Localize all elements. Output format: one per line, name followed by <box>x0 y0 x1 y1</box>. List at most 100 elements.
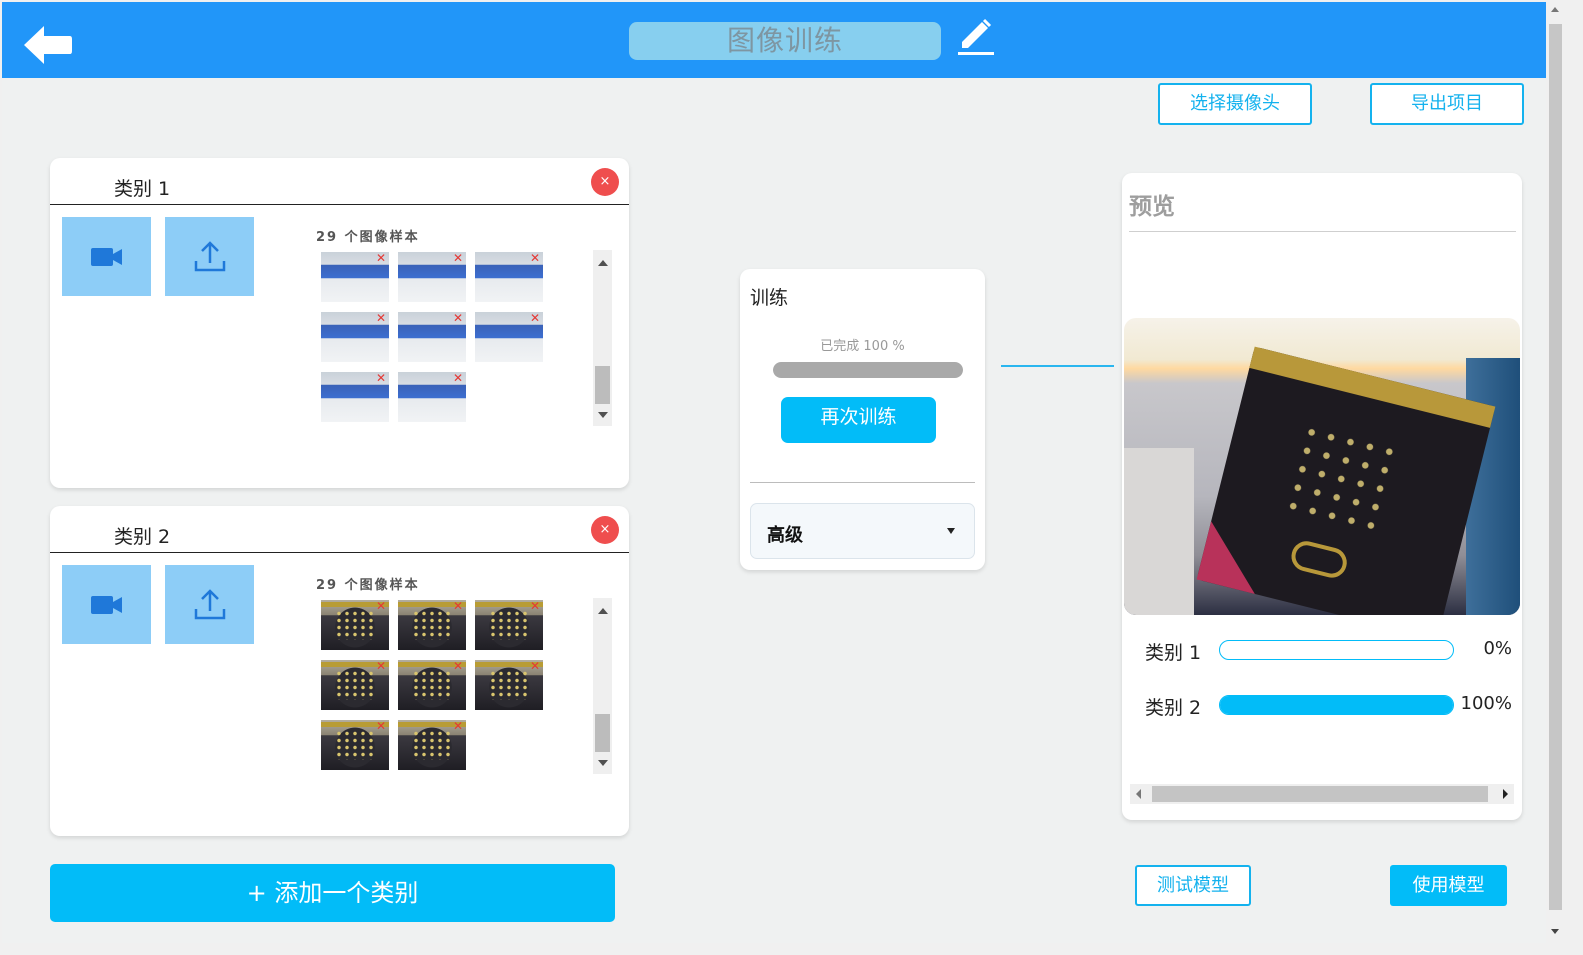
retrain-button[interactable]: 再次训练 <box>781 397 936 443</box>
scroll-right-icon[interactable] <box>1503 789 1508 799</box>
sample-thumbnail[interactable]: ✕ <box>475 660 543 710</box>
export-project-button[interactable]: 导出项目 <box>1370 83 1524 125</box>
scroll-down-icon[interactable] <box>598 412 608 418</box>
divider <box>50 552 629 553</box>
training-progress-bar <box>773 362 963 378</box>
sample-thumbnail[interactable]: ✕ <box>321 720 389 770</box>
samples-scrollbar[interactable] <box>593 250 612 426</box>
sample-thumbnail[interactable]: ✕ <box>398 660 466 710</box>
sample-thumbnail[interactable]: ✕ <box>475 600 543 650</box>
divider <box>1129 231 1516 232</box>
delete-sample-icon[interactable]: ✕ <box>376 720 386 732</box>
sample-thumbnail[interactable]: ✕ <box>398 372 466 422</box>
delete-sample-icon[interactable]: ✕ <box>376 252 386 264</box>
confidence-percent: 100% <box>1460 693 1512 714</box>
select-camera-button[interactable]: 选择摄像头 <box>1158 83 1312 125</box>
edit-title-button[interactable] <box>956 18 996 58</box>
scroll-up-icon[interactable] <box>598 608 608 614</box>
class-name[interactable]: 类别 2 <box>114 522 170 549</box>
delete-sample-icon[interactable]: ✕ <box>453 660 463 672</box>
preview-card: 预览 类别 1 0% 类别 2 100% <box>1122 173 1522 820</box>
confidence-bar <box>1219 695 1454 715</box>
delete-sample-icon[interactable]: ✕ <box>376 372 386 384</box>
scroll-down-icon[interactable] <box>598 760 608 766</box>
confidence-fill <box>1220 696 1453 714</box>
sample-thumbnail[interactable]: ✕ <box>321 372 389 422</box>
delete-sample-icon[interactable]: ✕ <box>376 312 386 324</box>
sample-thumbnail[interactable]: ✕ <box>475 312 543 362</box>
caret-down-icon <box>947 528 955 534</box>
sample-count: 29 个图像样本 <box>316 230 420 245</box>
advanced-dropdown[interactable]: 高级 <box>750 503 975 559</box>
video-camera-icon <box>91 248 122 266</box>
sample-thumbnail[interactable]: ✕ <box>321 660 389 710</box>
sample-thumbnail[interactable]: ✕ <box>321 600 389 650</box>
webcam-preview <box>1124 318 1520 615</box>
scroll-down-icon[interactable] <box>1551 929 1559 934</box>
sample-count: 29 个图像样本 <box>316 578 420 593</box>
close-icon: × <box>599 522 611 537</box>
sample-thumbnail[interactable]: ✕ <box>398 252 466 302</box>
upload-images-button[interactable] <box>165 565 254 644</box>
preview-title: 预览 <box>1129 194 1175 220</box>
back-arrow-icon <box>24 26 72 64</box>
delete-sample-icon[interactable]: ✕ <box>453 720 463 732</box>
preview-horizontal-scrollbar[interactable] <box>1130 784 1514 804</box>
confidence-percent: 0% <box>1483 638 1512 659</box>
scrollbar-thumb[interactable] <box>1152 786 1488 802</box>
class-card-1: 类别 1 × 29 个图像样本 ✕ ✕ ✕ ✕ ✕ ✕ ✕ ✕ <box>50 158 629 488</box>
result-label: 类别 2 <box>1145 697 1202 719</box>
video-camera-icon <box>91 596 122 614</box>
add-class-button[interactable]: + 添加一个类别 <box>50 864 615 922</box>
sample-thumbnail[interactable]: ✕ <box>321 312 389 362</box>
use-model-button[interactable]: 使用模型 <box>1390 865 1507 906</box>
samples-scrollbar[interactable] <box>593 598 612 774</box>
test-model-button[interactable]: 测试模型 <box>1135 865 1251 906</box>
training-card: 训练 已完成 100 % 再次训练 高级 <box>740 269 985 570</box>
sample-thumbnail[interactable]: ✕ <box>398 720 466 770</box>
delete-sample-icon[interactable]: ✕ <box>453 312 463 324</box>
page-scrollbar[interactable] <box>1546 0 1565 944</box>
class-name[interactable]: 类别 1 <box>114 174 170 201</box>
scrollbar-thumb[interactable] <box>595 714 610 752</box>
upload-images-button[interactable] <box>165 217 254 296</box>
pencil-icon <box>958 18 994 55</box>
training-status: 已完成 100 % <box>820 339 905 354</box>
remove-class-button[interactable]: × <box>591 516 619 544</box>
back-button[interactable] <box>22 22 74 68</box>
delete-sample-icon[interactable]: ✕ <box>453 600 463 612</box>
divider <box>50 204 629 205</box>
delete-sample-icon[interactable]: ✕ <box>530 312 540 324</box>
divider <box>750 482 975 483</box>
upload-icon <box>194 241 226 272</box>
result-row-class-2: 类别 2 100% <box>1145 693 1520 719</box>
training-title: 训练 <box>750 287 789 309</box>
delete-sample-icon[interactable]: ✕ <box>453 252 463 264</box>
class-card-2: 类别 2 × 29 个图像样本 ✕ ✕ ✕ ✕ ✕ ✕ ✕ ✕ <box>50 506 629 836</box>
sample-thumbnail[interactable]: ✕ <box>398 312 466 362</box>
scrollbar-thumb[interactable] <box>595 366 610 404</box>
scroll-up-icon[interactable] <box>598 260 608 266</box>
scrollbar-thumb[interactable] <box>1549 24 1562 910</box>
delete-sample-icon[interactable]: ✕ <box>530 660 540 672</box>
delete-sample-icon[interactable]: ✕ <box>376 660 386 672</box>
result-label: 类别 1 <box>1145 642 1202 664</box>
delete-sample-icon[interactable]: ✕ <box>376 600 386 612</box>
scroll-left-icon[interactable] <box>1136 789 1141 799</box>
delete-sample-icon[interactable]: ✕ <box>453 372 463 384</box>
pipeline-connector <box>1001 365 1114 367</box>
project-title[interactable]: 图像训练 <box>629 22 941 60</box>
training-progress-fill <box>773 362 963 378</box>
advanced-label: 高级 <box>767 525 803 546</box>
result-row-class-1: 类别 1 0% <box>1145 638 1520 664</box>
delete-sample-icon[interactable]: ✕ <box>530 252 540 264</box>
sample-thumbnail[interactable]: ✕ <box>475 252 543 302</box>
webcam-capture-button[interactable] <box>62 565 151 644</box>
sample-thumbnail[interactable]: ✕ <box>321 252 389 302</box>
delete-sample-icon[interactable]: ✕ <box>530 600 540 612</box>
upload-icon <box>194 589 226 620</box>
webcam-capture-button[interactable] <box>62 217 151 296</box>
remove-class-button[interactable]: × <box>591 168 619 196</box>
sample-thumbnail[interactable]: ✕ <box>398 600 466 650</box>
scroll-up-icon[interactable] <box>1551 7 1559 12</box>
